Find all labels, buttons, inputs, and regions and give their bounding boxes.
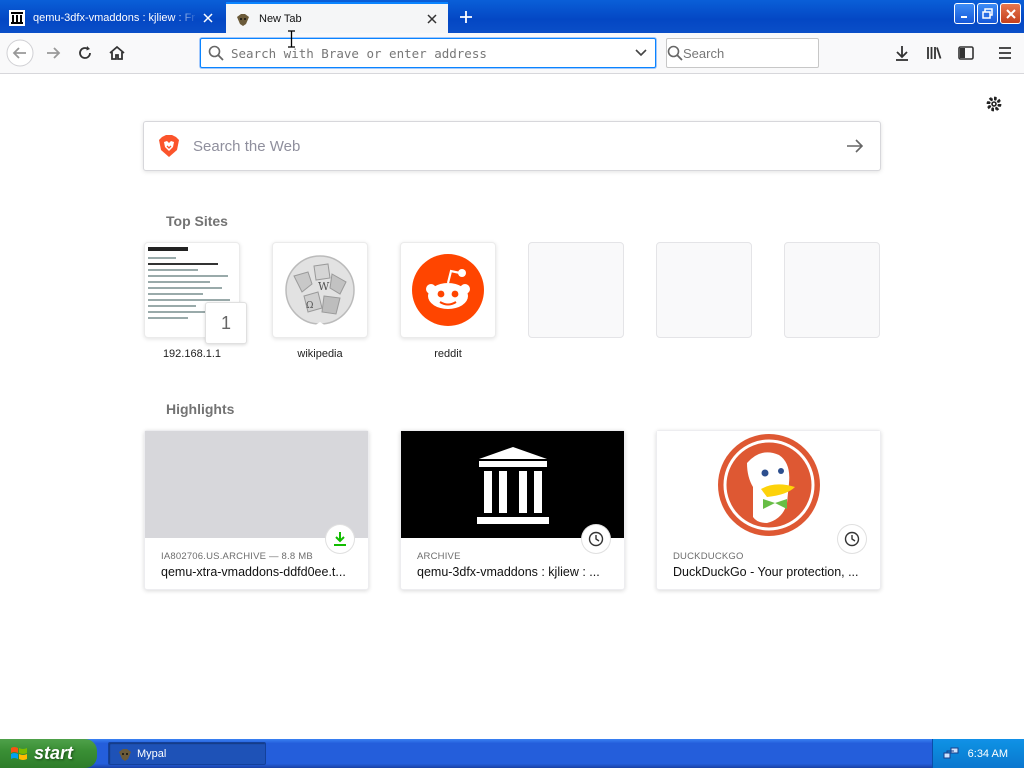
i-beam-cursor-icon [288, 30, 295, 48]
gear-icon[interactable] [984, 94, 1004, 114]
task-label: Mypal [137, 747, 167, 760]
menu-button[interactable] [991, 39, 1019, 67]
sidebar-button[interactable] [952, 39, 980, 67]
archive-building-icon [9, 9, 25, 26]
close-icon[interactable] [422, 9, 442, 29]
start-label: start [34, 743, 74, 763]
reload-icon [79, 46, 91, 59]
site-thumbnail [400, 242, 496, 338]
highlight-title: qemu-xtra-vmaddons-ddfd0ee.t... [161, 565, 346, 579]
site-badge: 1 [205, 302, 247, 344]
download-icon [896, 46, 908, 61]
highlight-card-duckduckgo[interactable]: DUCKDUCKGO DuckDuckGo - Your protection,… [656, 430, 881, 590]
clock-icon [582, 525, 610, 553]
highlight-source: ARCHIVE [417, 551, 461, 562]
highlight-preview [145, 431, 368, 538]
top-site-reddit[interactable]: reddit [400, 242, 496, 360]
tab-title: New Tab [259, 12, 302, 25]
minimize-button[interactable] [954, 3, 975, 24]
window-controls [954, 3, 1021, 24]
web-search-input[interactable] [191, 136, 830, 156]
back-button[interactable] [6, 39, 34, 67]
tab-new-tab[interactable]: New Tab [226, 2, 448, 33]
top-site-empty [656, 242, 752, 348]
clock-icon [838, 525, 866, 553]
top-sites-heading: Top Sites [166, 213, 228, 229]
highlights-heading: Highlights [166, 401, 235, 417]
tab-title: qemu-3dfx-vmaddons : kjliew : Fr [33, 11, 195, 24]
highlight-card-archive[interactable]: ARCHIVE qemu-3dfx-vmaddons : kjliew : ..… [400, 430, 625, 590]
clock-time: 6:34 AM [967, 747, 1008, 760]
hamburger-menu-icon [999, 47, 1011, 59]
brave-logo-icon [159, 135, 179, 157]
url-bar[interactable] [200, 38, 656, 68]
minimize-icon [960, 15, 967, 18]
empty-site-placeholder [784, 242, 880, 338]
forward-button[interactable] [39, 39, 67, 67]
site-label: 192.168.1.1 [162, 348, 222, 360]
home-icon [109, 45, 125, 60]
taskbar: start Mypal 6:34 AM [0, 739, 1024, 768]
network-icon[interactable] [943, 745, 959, 761]
top-site-empty [528, 242, 624, 348]
highlight-preview [657, 431, 880, 538]
highlight-source: DUCKDUCKGO [673, 551, 744, 562]
top-site-router[interactable]: 1 192.168.1.1 [144, 242, 247, 360]
svg-text:W: W [318, 280, 330, 293]
tab-archive[interactable]: qemu-3dfx-vmaddons : kjliew : Fr [0, 2, 224, 33]
restore-button[interactable] [977, 3, 998, 24]
library-icon [927, 47, 942, 59]
close-icon [1005, 8, 1016, 19]
highlight-card-download[interactable]: IA802706.US.ARCHIVE — 8.8 MB qemu-xtra-v… [144, 430, 369, 590]
top-site-wikipedia[interactable]: W Ω wikipedia [272, 242, 368, 360]
search-input[interactable] [683, 45, 859, 61]
site-thumbnail: W Ω [272, 242, 368, 338]
empty-site-placeholder [656, 242, 752, 338]
system-tray: 6:34 AM [932, 739, 1024, 768]
downloads-button[interactable] [888, 39, 916, 67]
highlight-title: qemu-3dfx-vmaddons : kjliew : ... [417, 565, 600, 579]
reddit-logo-icon [412, 254, 484, 326]
mypal-app-icon [119, 748, 131, 761]
new-tab-page: Top Sites 1 192.168.1.1 [0, 75, 1024, 739]
wikipedia-globe-icon: W Ω [285, 255, 355, 326]
close-icon[interactable] [198, 8, 218, 28]
search-icon [667, 45, 683, 61]
new-tab-button[interactable] [452, 4, 480, 30]
plus-icon [460, 11, 472, 23]
home-button[interactable] [103, 39, 131, 67]
site-label: reddit [434, 348, 462, 360]
site-label: wikipedia [297, 348, 343, 360]
highlight-preview [401, 431, 624, 538]
start-button[interactable]: start [0, 739, 97, 768]
sidebar-icon [958, 46, 974, 60]
library-button[interactable] [920, 39, 948, 67]
duckduckgo-logo-icon [717, 433, 820, 536]
download-icon [326, 525, 354, 553]
forward-arrow-icon [47, 47, 61, 59]
archive-building-icon [476, 446, 549, 524]
tab-strip: qemu-3dfx-vmaddons : kjliew : Fr New Tab [0, 0, 1024, 33]
top-site-empty [784, 242, 880, 348]
reload-button[interactable] [71, 39, 99, 67]
chevron-down-icon[interactable] [627, 49, 655, 57]
nav-toolbar [0, 33, 1024, 74]
brave-lion-icon [235, 11, 251, 27]
svg-text:Ω: Ω [306, 301, 313, 311]
highlight-title: DuckDuckGo - Your protection, ... [673, 565, 859, 579]
search-bar[interactable] [666, 38, 859, 68]
taskbar-item-mypal[interactable]: Mypal [108, 742, 266, 765]
back-arrow-icon [6, 39, 34, 67]
window-close-button[interactable] [1000, 3, 1021, 24]
search-icon [201, 45, 231, 61]
empty-site-placeholder [528, 242, 624, 338]
restore-icon [982, 8, 993, 19]
windows-flag-icon [11, 746, 27, 760]
arrow-right-icon[interactable] [830, 122, 880, 170]
web-search-box[interactable] [143, 121, 881, 171]
highlight-source: IA802706.US.ARCHIVE — 8.8 MB [161, 551, 313, 562]
